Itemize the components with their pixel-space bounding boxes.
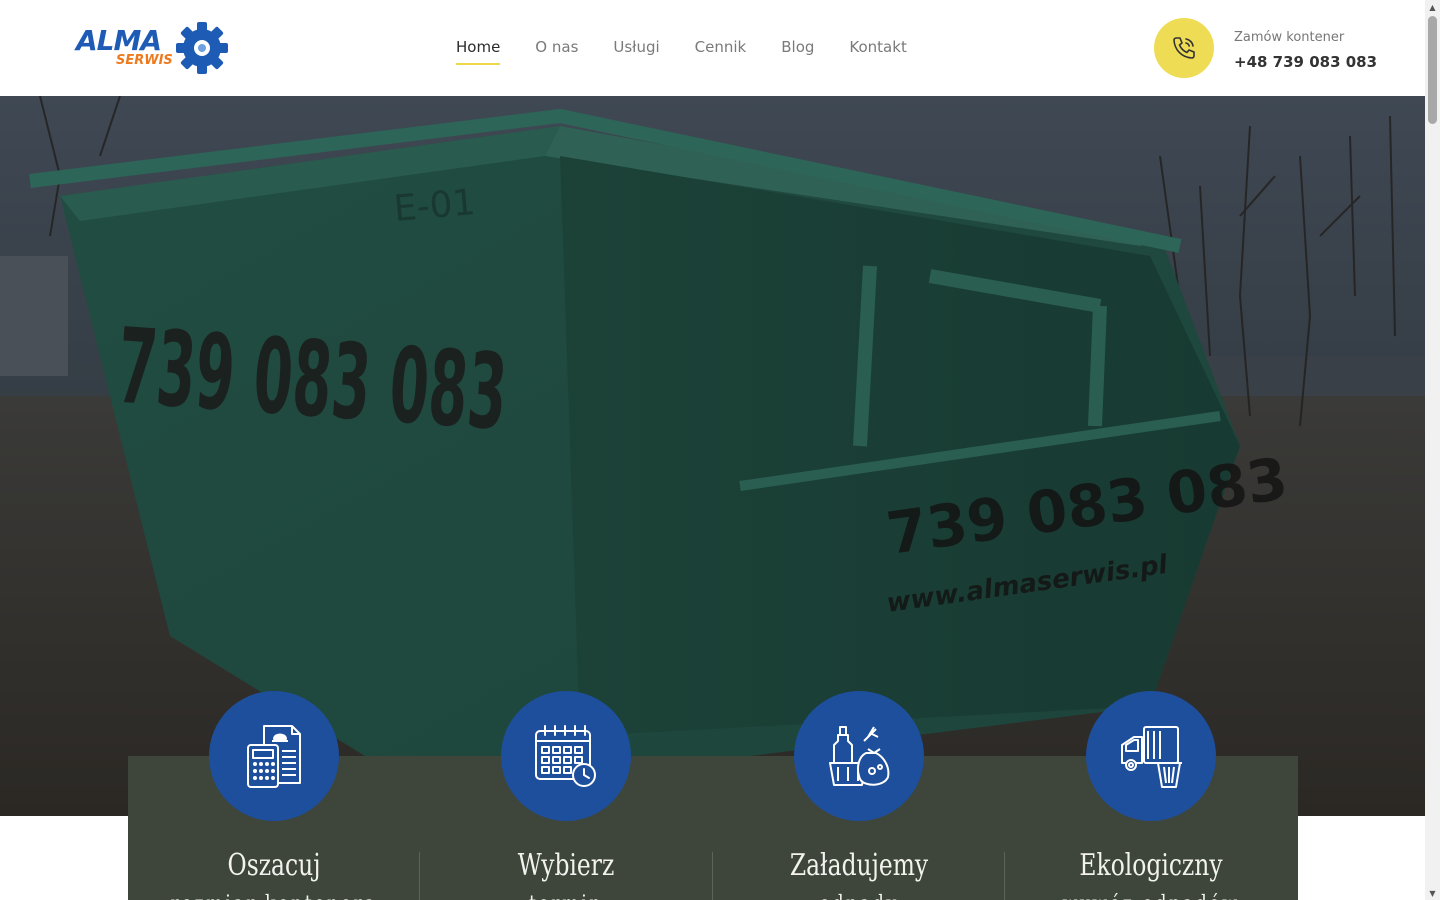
calculator-document-icon xyxy=(209,691,339,821)
order-container-label: Zamów kontener xyxy=(1234,30,1345,45)
phone-call-button[interactable] xyxy=(1154,18,1214,78)
nav-kontakt[interactable]: Kontakt xyxy=(849,38,906,62)
contact-phone-link[interactable]: +48 739 083 083 xyxy=(1234,53,1377,71)
waste-bags-icon xyxy=(794,691,924,821)
step-title: Oszacuj xyxy=(227,848,321,883)
scroll-down-arrow-icon[interactable]: ▼ xyxy=(1425,886,1440,900)
main-nav: Home O nas Usługi Cennik Blog Kontakt xyxy=(456,38,942,65)
page-scrollbar[interactable]: ▲ ▼ xyxy=(1425,0,1440,900)
garbage-truck-icon xyxy=(1086,691,1216,821)
step-title: Załadujemy xyxy=(789,848,929,883)
step-subtitle: termin xyxy=(449,892,683,900)
calendar-clock-icon xyxy=(501,691,631,821)
nav-cennik[interactable]: Cennik xyxy=(695,38,747,62)
logo-subword: SERWIS xyxy=(116,53,173,68)
step-subtitle: odpady xyxy=(742,892,976,900)
nav-o-nas[interactable]: O nas xyxy=(535,38,578,62)
nav-uslugi[interactable]: Usługi xyxy=(613,38,659,62)
gear-logo-icon xyxy=(176,22,228,74)
site-logo[interactable]: ALMA SERWIS xyxy=(76,22,228,74)
step-title: Wybierz xyxy=(517,848,615,883)
scrollbar-thumb[interactable] xyxy=(1428,16,1437,124)
nav-home[interactable]: Home xyxy=(456,38,501,65)
site-header: ALMA SERWIS Home O nas Usługi Cennik Blo… xyxy=(0,0,1425,96)
step-subtitle: rozmiar kontenera xyxy=(157,892,391,900)
step-subtitle: wywóz odpadów xyxy=(1034,892,1268,900)
nav-blog[interactable]: Blog xyxy=(781,38,814,62)
container-code: E-01 xyxy=(392,182,477,230)
phone-icon xyxy=(1173,37,1195,59)
hero-image: 739 083 083 739 083 083 www.almaserwis.p… xyxy=(0,96,1425,816)
step-title: Ekologiczny xyxy=(1079,848,1223,883)
skip-container-photo: 739 083 083 739 083 083 www.almaserwis.p… xyxy=(0,96,1425,816)
scroll-up-arrow-icon[interactable]: ▲ xyxy=(1425,0,1440,14)
